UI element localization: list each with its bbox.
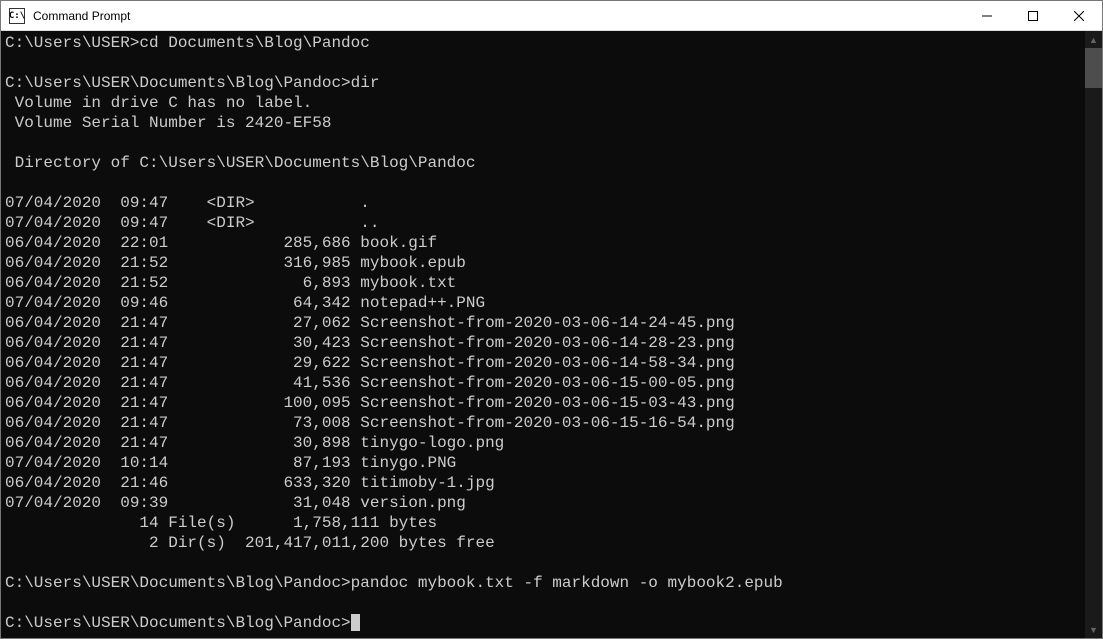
maximize-button[interactable]	[1010, 1, 1056, 30]
scroll-up-arrow-icon[interactable]: ▲	[1085, 31, 1102, 48]
scroll-thumb[interactable]	[1085, 48, 1102, 88]
maximize-icon	[1028, 11, 1038, 21]
current-prompt: C:\Users\USER\Documents\Blog\Pandoc>	[5, 614, 351, 632]
close-button[interactable]	[1056, 1, 1102, 30]
minimize-icon	[982, 11, 992, 21]
window-controls	[964, 1, 1102, 30]
terminal-output[interactable]: C:\Users\USER>cd Documents\Blog\Pandoc C…	[1, 31, 1085, 638]
terminal-area: C:\Users\USER>cd Documents\Blog\Pandoc C…	[1, 31, 1102, 638]
close-icon	[1074, 11, 1084, 21]
cursor	[351, 614, 360, 631]
cmd-icon: C:\	[9, 8, 25, 24]
scroll-down-arrow-icon[interactable]: ▼	[1085, 621, 1102, 638]
command-prompt-window: C:\ Command Prompt C:\Users\USER>cd Docu…	[0, 0, 1103, 639]
vertical-scrollbar[interactable]: ▲ ▼	[1085, 31, 1102, 638]
minimize-button[interactable]	[964, 1, 1010, 30]
titlebar[interactable]: C:\ Command Prompt	[1, 1, 1102, 31]
window-title: Command Prompt	[33, 9, 964, 23]
